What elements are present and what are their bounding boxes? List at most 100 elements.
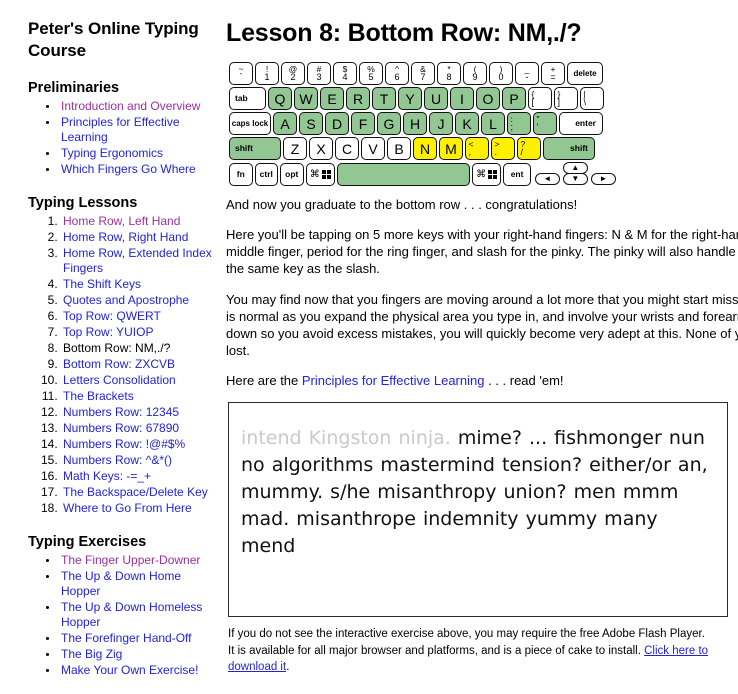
exercise-text: intend Kingston ninja. mime? ... fishmon… (241, 425, 713, 560)
key-1[interactable]: ! 1 (255, 62, 279, 85)
key-enter[interactable]: enter (559, 112, 603, 135)
key-3[interactable]: #3 (307, 62, 331, 85)
sidebar-item-the-up-down-home-hopper[interactable]: The Up & Down Home Hopper (61, 569, 181, 598)
key-Y[interactable]: Y (398, 87, 422, 110)
key-comma[interactable]: <, (465, 137, 489, 160)
key-D[interactable]: D (325, 112, 349, 135)
sidebar-item-home-row-right-hand[interactable]: Home Row, Right Hand (63, 230, 188, 244)
key-J[interactable]: J (429, 112, 453, 135)
key-bracket-right[interactable]: }] (554, 87, 578, 110)
key-F[interactable]: F (351, 112, 375, 135)
list-item: Which Fingers Go Where (59, 162, 216, 177)
key-command-right[interactable]: ⌘ (471, 163, 502, 186)
key-4[interactable]: $4 (333, 62, 357, 85)
key-ent[interactable]: ent (503, 163, 531, 186)
arrow-down-icon[interactable]: ▼ (562, 173, 588, 185)
key-tilde[interactable]: ~ ` (229, 62, 253, 85)
key-9[interactable]: (9 (463, 62, 487, 85)
sidebar-item-make-your-own-exercise[interactable]: Make Your Own Exercise! (61, 663, 198, 677)
key-B[interactable]: B (387, 137, 411, 160)
sidebar-item-home-row-extended-index-fingers[interactable]: Home Row, Extended Index Fingers (63, 246, 212, 275)
sidebar-item-numbers-row-12345[interactable]: Numbers Row: 12345 (63, 405, 179, 419)
sidebar-item-top-row-qwert[interactable]: Top Row: QWERT (63, 309, 161, 323)
key-I[interactable]: I (450, 87, 474, 110)
key-X[interactable]: X (309, 137, 333, 160)
apple-icon: ⌘ (309, 168, 320, 180)
key-M[interactable]: M (439, 137, 463, 160)
sidebar-item-the-up-down-homeless-hopper[interactable]: The Up & Down Homeless Hopper (61, 600, 202, 629)
sidebar-item-the-big-zig[interactable]: The Big Zig (61, 647, 122, 661)
key-O[interactable]: O (476, 87, 500, 110)
key-6[interactable]: ^ 6 (385, 62, 409, 85)
sidebar-item-numbers-row-67890[interactable]: Numbers Row: 67890 (63, 421, 179, 435)
list-item: The Up & Down Home Hopper (59, 569, 216, 599)
list-item: The Shift Keys (61, 277, 216, 292)
key-Q[interactable]: Q (268, 87, 292, 110)
arrow-right-icon[interactable]: ► (590, 173, 616, 185)
interactive-typing-exercise[interactable]: intend Kingston ninja. mime? ... fishmon… (228, 402, 728, 618)
sidebar-item-the-shift-keys[interactable]: The Shift Keys (63, 277, 141, 291)
key-C[interactable]: C (335, 137, 359, 160)
key-tab[interactable]: tab (229, 87, 266, 110)
sidebar-item-the-forefinger-hand-off[interactable]: The Forefinger Hand-Off (61, 631, 192, 645)
key-0[interactable]: ) 0 (489, 62, 513, 85)
key-shift-left[interactable]: shift (229, 137, 281, 160)
sidebar-item-math-keys[interactable]: Math Keys: -=_+ (63, 469, 151, 483)
key-quote[interactable]: " ' (533, 112, 557, 135)
key-bracket-left[interactable]: {[ (528, 87, 552, 110)
sidebar-item-principles-for-effective-learning[interactable]: Principles for Effective Learning (61, 115, 180, 144)
sidebar-item-introduction-and-overview[interactable]: Introduction and Overview (61, 99, 200, 113)
sidebar-item-the-brackets[interactable]: The Brackets (63, 389, 134, 403)
sidebar-item-home-row-left-hand[interactable]: Home Row, Left Hand (63, 214, 180, 228)
key-caps-lock[interactable]: caps lock (229, 112, 271, 135)
sidebar-item-bottom-row-nm: Bottom Row: NM,./? (63, 340, 171, 355)
key-opt[interactable]: opt (280, 163, 304, 186)
key-E[interactable]: E (320, 87, 344, 110)
key-equals[interactable]: + = (541, 62, 565, 85)
arrow-left-icon[interactable]: ◄ (534, 173, 560, 185)
key-K[interactable]: K (455, 112, 479, 135)
key-ctrl[interactable]: ctrl (254, 163, 279, 186)
key-space[interactable] (336, 163, 470, 186)
key-lower-glyph: ` (239, 72, 243, 82)
sidebar-item-which-fingers-go-where[interactable]: Which Fingers Go Where (61, 162, 196, 176)
key-G[interactable]: G (377, 112, 401, 135)
sidebar-item-bottom-row-zxcvb[interactable]: Bottom Row: ZXCVB (63, 357, 175, 371)
sidebar-item-the-backspace-delete-key[interactable]: The Backspace/Delete Key (63, 485, 208, 499)
key-2[interactable]: @2 (281, 62, 305, 85)
sidebar-item-letters-consolidation[interactable]: Letters Consolidation (63, 373, 176, 387)
key-shift-right[interactable]: shift (543, 137, 595, 160)
key-semicolon[interactable]: :; (507, 112, 531, 135)
key-Z[interactable]: Z (283, 137, 307, 160)
sidebar-item-typing-ergonomics[interactable]: Typing Ergonomics (61, 146, 163, 160)
key-8[interactable]: * 8 (437, 62, 461, 85)
key-slash[interactable]: ? / (517, 137, 541, 160)
key-R[interactable]: R (346, 87, 370, 110)
sidebar-item-quotes-and-apostrophe[interactable]: Quotes and Apostrophe (63, 293, 189, 307)
key-P[interactable]: P (502, 87, 526, 110)
key-command-left[interactable]: ⌘ (305, 163, 335, 186)
key-T[interactable]: T (372, 87, 396, 110)
principles-for-effective-learning-link[interactable]: Principles for Effective Learning (302, 373, 485, 388)
page-title: Lesson 8: Bottom Row: NM,./? (226, 19, 582, 47)
key-L[interactable]: L (481, 112, 505, 135)
key-S[interactable]: S (299, 112, 323, 135)
key-W[interactable]: W (294, 87, 318, 110)
key-period[interactable]: >. (491, 137, 515, 160)
key-N[interactable]: N (413, 137, 437, 160)
sidebar-item-where-to-go-from-here[interactable]: Where to Go From Here (63, 501, 192, 515)
key-H[interactable]: H (403, 112, 427, 135)
key-U[interactable]: U (424, 87, 448, 110)
sidebar-item-numbers-row[interactable]: Numbers Row: !@#$% (63, 437, 185, 451)
key-fn[interactable]: fn (229, 163, 253, 186)
key-7[interactable]: & 7 (411, 62, 435, 85)
sidebar-item-numbers-row[interactable]: Numbers Row: ^&*() (63, 453, 172, 467)
sidebar-item-the-finger-upper-downer[interactable]: The Finger Upper-Downer (61, 553, 200, 567)
sidebar-item-top-row-yuiop[interactable]: Top Row: YUIOP (63, 325, 153, 339)
key-5[interactable]: % 5 (359, 62, 383, 85)
key-V[interactable]: V (361, 137, 385, 160)
key-minus[interactable]: _ - (515, 62, 539, 85)
key-A[interactable]: A (273, 112, 297, 135)
key-backslash[interactable]: | \ (580, 87, 604, 110)
key-delete[interactable]: delete (567, 62, 603, 85)
